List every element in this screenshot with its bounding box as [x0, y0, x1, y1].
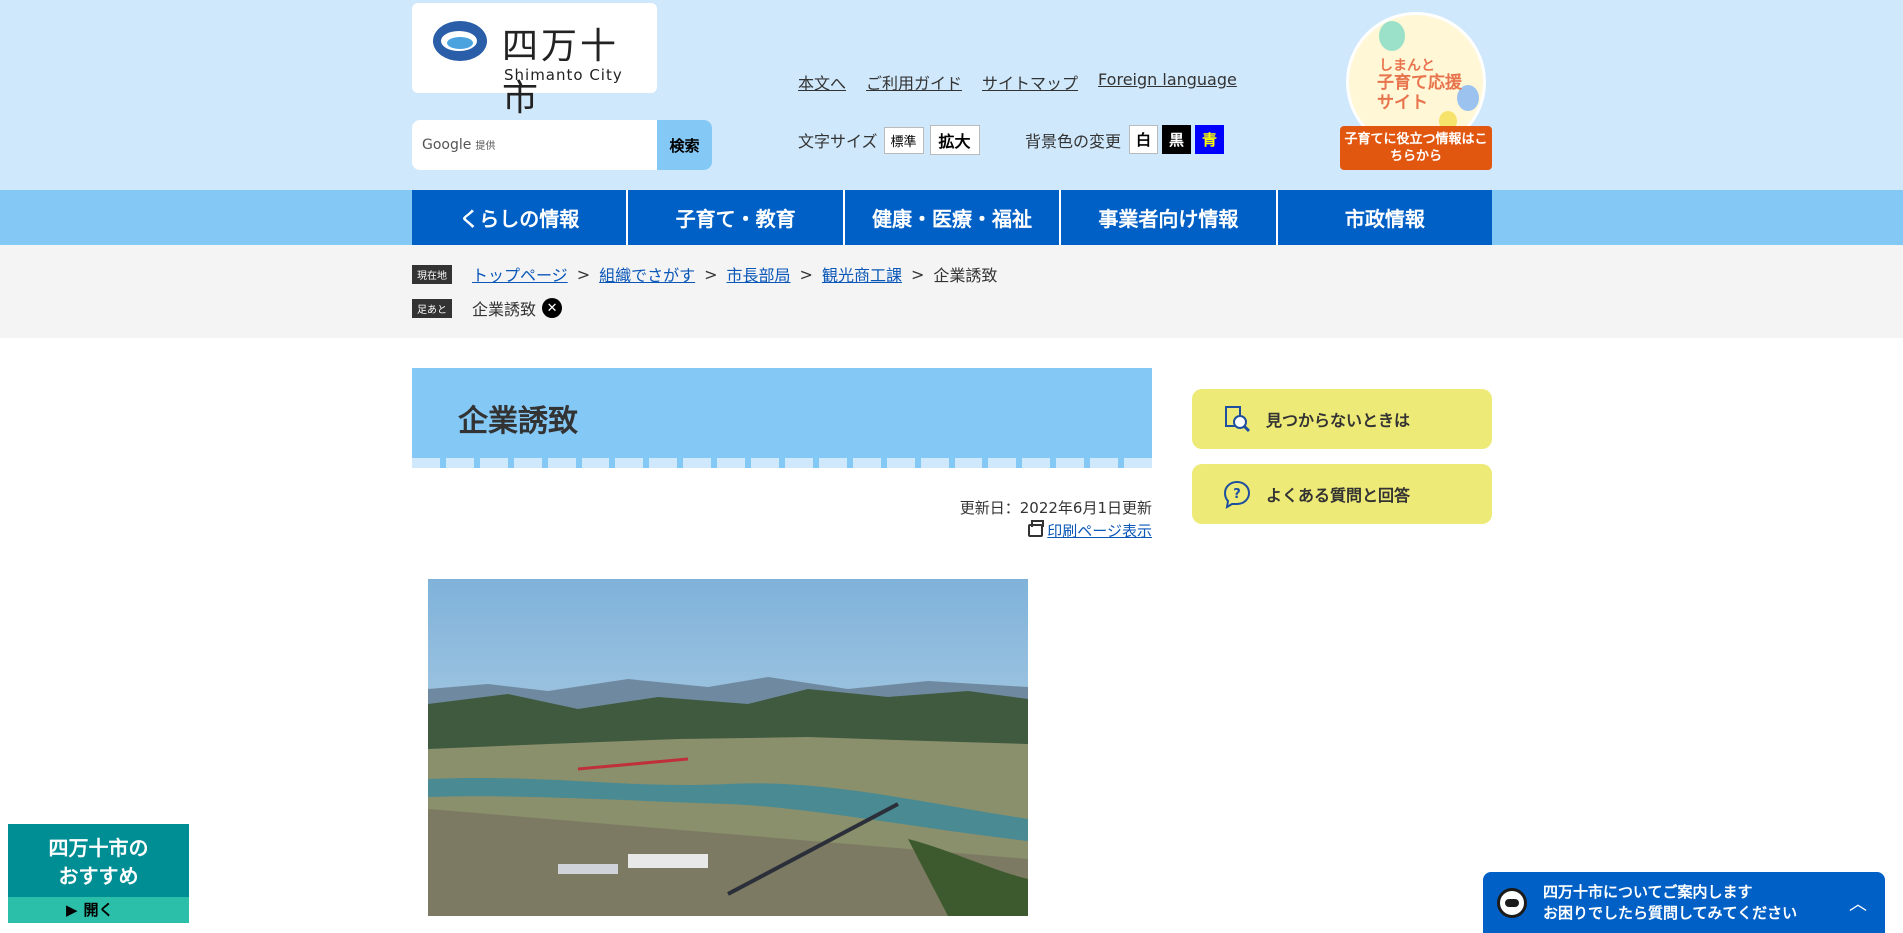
- breadcrumb: 現在地 トップページ > 組織でさがす > 市長部局 > 観光商工課 > 企業誘…: [412, 262, 997, 286]
- font-size-large-button[interactable]: 拡大: [929, 125, 980, 155]
- sitemap-link[interactable]: サイトマップ: [982, 70, 1078, 94]
- breadcrumb-current: 企業誘致: [933, 266, 998, 285]
- usage-guide-link[interactable]: ご利用ガイド: [866, 70, 962, 94]
- recommend-title: 四万十市の おすすめ: [48, 836, 149, 888]
- recommend-panel[interactable]: 四万十市の おすすめ 開く: [8, 824, 189, 923]
- search-document-icon: [1222, 404, 1252, 434]
- svg-text:?: ?: [1233, 487, 1241, 502]
- gnav-item-kenko[interactable]: 健康・医療・福祉: [844, 190, 1062, 245]
- history-trail: 足あと 企業誘致 ✕: [412, 296, 563, 320]
- page-title-box: 企業誘致: [412, 368, 1152, 468]
- breadcrumb-tag: 現在地: [412, 264, 452, 284]
- skip-to-content-link[interactable]: 本文へ: [798, 70, 846, 94]
- gnav-item-kosodate[interactable]: 子育て・教育: [628, 190, 845, 245]
- history-item[interactable]: 企業誘致: [472, 296, 536, 320]
- breadcrumb-link-mayor[interactable]: 市長部局: [727, 262, 791, 286]
- question-bubble-icon: ?: [1222, 479, 1252, 509]
- kosodate-banner-line2: 子育て応援サイト: [1377, 73, 1462, 113]
- city-emblem-icon: [433, 21, 487, 61]
- close-icon[interactable]: ✕: [542, 298, 563, 318]
- utility-links: 本文へ ご利用ガイド サイトマップ Foreign language: [798, 70, 1237, 94]
- bg-white-button[interactable]: 白: [1129, 125, 1159, 154]
- print-page-link[interactable]: 印刷ページ表示: [1028, 520, 1152, 541]
- balloon-icon: [1379, 21, 1405, 51]
- updated-date: 更新日：2022年6月1日更新: [959, 499, 1152, 517]
- breadcrumb-link-tourism[interactable]: 観光商工課: [822, 262, 902, 286]
- chatbot-message: 四万十市についてご案内します お困りでしたら質問してみてください: [1543, 883, 1798, 922]
- faq-label: よくある質問と回答: [1266, 486, 1411, 505]
- bg-black-button[interactable]: 黒: [1162, 125, 1192, 154]
- title-decoration: [412, 452, 1152, 468]
- bg-color-switcher: 背景色の変更 白 黒 青: [1025, 125, 1225, 154]
- not-found-help-button[interactable]: 見つからないときは: [1192, 389, 1492, 449]
- foreign-language-link[interactable]: Foreign language: [1098, 70, 1237, 94]
- font-size-label: 文字サイズ: [798, 132, 878, 151]
- bg-blue-button[interactable]: 青: [1195, 125, 1225, 154]
- city-aerial-photo: [428, 579, 1028, 916]
- breadcrumb-link-top[interactable]: トップページ: [472, 262, 568, 286]
- breadcrumb-area: [0, 245, 1903, 338]
- kosodate-banner[interactable]: しまんと 子育て応援サイト 子育てに役立つ情報はこちらから: [1340, 8, 1492, 170]
- chatbot-widget[interactable]: 四万十市についてご案内します お困りでしたら質問してみてください ︿: [1483, 872, 1885, 933]
- kosodate-banner-tag: 子育てに役立つ情報はこちらから: [1340, 126, 1492, 170]
- logo-subtitle: Shimanto City: [504, 66, 623, 84]
- bg-color-label: 背景色の変更: [1025, 131, 1122, 151]
- history-tag: 足あと: [412, 298, 452, 318]
- search-form: Google 提供 検索: [412, 120, 712, 170]
- gnav-item-jigyosha[interactable]: 事業者向け情報: [1061, 190, 1278, 245]
- search-button[interactable]: 検索: [657, 120, 712, 170]
- font-size-standard-button[interactable]: 標準: [883, 126, 924, 154]
- faq-button[interactable]: ? よくある質問と回答: [1192, 464, 1492, 524]
- gnav-item-kurashi[interactable]: くらしの情報: [412, 190, 629, 245]
- printer-icon: [1028, 520, 1045, 537]
- site-logo[interactable]: 四万十市 Shimanto City: [412, 3, 657, 119]
- font-size-switcher: 文字サイズ 標準 拡大: [798, 125, 980, 155]
- global-nav: くらしの情報 子育て・教育 健康・医療・福祉 事業者向け情報 市政情報: [412, 190, 1493, 245]
- page-title: 企業誘致: [458, 404, 578, 439]
- header: [0, 0, 1903, 190]
- not-found-help-label: 見つからないときは: [1266, 411, 1411, 430]
- print-page-label: 印刷ページ表示: [1047, 522, 1152, 540]
- kosodate-banner-line1: しまんと: [1379, 58, 1435, 74]
- recommend-open-button[interactable]: 開く: [66, 899, 114, 920]
- search-input[interactable]: [412, 120, 657, 170]
- breadcrumb-link-org[interactable]: 組織でさがす: [599, 262, 695, 286]
- chevron-up-icon[interactable]: ︿: [1849, 890, 1867, 916]
- gnav-item-shisei[interactable]: 市政情報: [1277, 190, 1493, 245]
- chatbot-robot-icon: [1497, 888, 1527, 918]
